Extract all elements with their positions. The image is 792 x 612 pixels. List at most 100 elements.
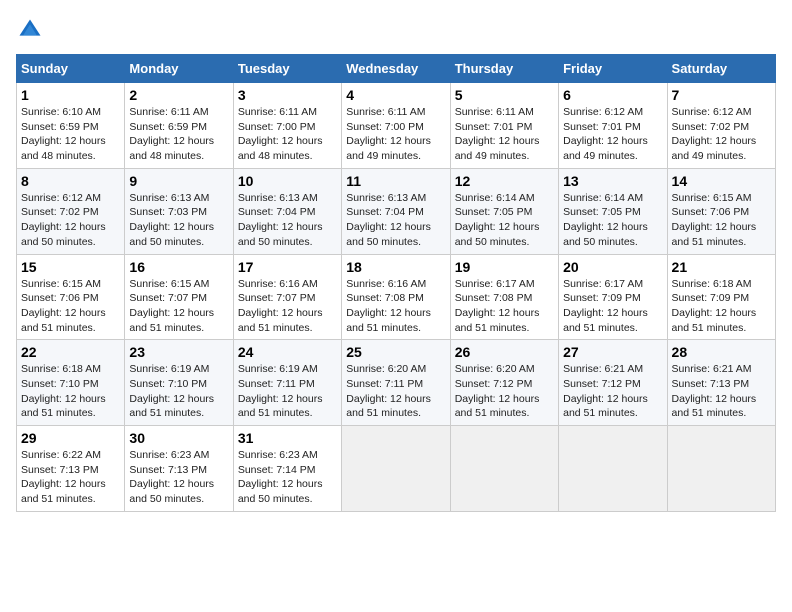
day-number: 24 xyxy=(238,344,337,360)
calendar-cell: 23 Sunrise: 6:19 AM Sunset: 7:10 PM Dayli… xyxy=(125,340,233,426)
day-number: 15 xyxy=(21,259,120,275)
day-number: 23 xyxy=(129,344,228,360)
calendar-cell: 13 Sunrise: 6:14 AM Sunset: 7:05 PM Dayli… xyxy=(559,168,667,254)
day-info: Sunrise: 6:13 AM Sunset: 7:04 PM Dayligh… xyxy=(238,191,337,250)
header-day-tuesday: Tuesday xyxy=(233,55,341,83)
header-day-monday: Monday xyxy=(125,55,233,83)
day-number: 12 xyxy=(455,173,554,189)
day-number: 14 xyxy=(672,173,771,189)
day-info: Sunrise: 6:20 AM Sunset: 7:11 PM Dayligh… xyxy=(346,362,445,421)
calendar-cell: 14 Sunrise: 6:15 AM Sunset: 7:06 PM Dayli… xyxy=(667,168,775,254)
calendar-cell: 24Sunrise: 6:19 AM Sunset: 7:11 PM Dayli… xyxy=(233,340,341,426)
day-info: Sunrise: 6:10 AM Sunset: 6:59 PM Dayligh… xyxy=(21,105,120,164)
calendar-cell: 27 Sunrise: 6:21 AM Sunset: 7:12 PM Dayli… xyxy=(559,340,667,426)
calendar-week-row: 1 Sunrise: 6:10 AM Sunset: 6:59 PM Daylig… xyxy=(17,83,776,169)
header-day-sunday: Sunday xyxy=(17,55,125,83)
day-info: Sunrise: 6:11 AM Sunset: 7:01 PM Dayligh… xyxy=(455,105,554,164)
header-day-thursday: Thursday xyxy=(450,55,558,83)
day-number: 1 xyxy=(21,87,120,103)
day-info: Sunrise: 6:14 AM Sunset: 7:05 PM Dayligh… xyxy=(455,191,554,250)
day-number: 7 xyxy=(672,87,771,103)
day-info: Sunrise: 6:15 AM Sunset: 7:06 PM Dayligh… xyxy=(672,191,771,250)
day-number: 6 xyxy=(563,87,662,103)
day-info: Sunrise: 6:12 AM Sunset: 7:02 PM Dayligh… xyxy=(21,191,120,250)
day-info: Sunrise: 6:18 AM Sunset: 7:09 PM Dayligh… xyxy=(672,277,771,336)
calendar-cell: 21 Sunrise: 6:18 AM Sunset: 7:09 PM Dayli… xyxy=(667,254,775,340)
day-info: Sunrise: 6:13 AM Sunset: 7:04 PM Dayligh… xyxy=(346,191,445,250)
day-number: 16 xyxy=(129,259,228,275)
day-info: Sunrise: 6:15 AM Sunset: 7:06 PM Dayligh… xyxy=(21,277,120,336)
day-info: Sunrise: 6:23 AM Sunset: 7:14 PM Dayligh… xyxy=(238,448,337,507)
day-number: 3 xyxy=(238,87,337,103)
day-number: 10 xyxy=(238,173,337,189)
day-info: Sunrise: 6:11 AM Sunset: 7:00 PM Dayligh… xyxy=(238,105,337,164)
day-info: Sunrise: 6:18 AM Sunset: 7:10 PM Dayligh… xyxy=(21,362,120,421)
calendar-cell xyxy=(342,426,450,512)
calendar-cell: 28 Sunrise: 6:21 AM Sunset: 7:13 PM Dayli… xyxy=(667,340,775,426)
calendar-cell: 1 Sunrise: 6:10 AM Sunset: 6:59 PM Daylig… xyxy=(17,83,125,169)
calendar-cell: 4Sunrise: 6:11 AM Sunset: 7:00 PM Daylig… xyxy=(342,83,450,169)
calendar-week-row: 29 Sunrise: 6:22 AM Sunset: 7:13 PM Dayli… xyxy=(17,426,776,512)
calendar-cell: 2 Sunrise: 6:11 AM Sunset: 6:59 PM Daylig… xyxy=(125,83,233,169)
day-number: 2 xyxy=(129,87,228,103)
calendar-cell: 26 Sunrise: 6:20 AM Sunset: 7:12 PM Dayli… xyxy=(450,340,558,426)
day-number: 9 xyxy=(129,173,228,189)
day-info: Sunrise: 6:12 AM Sunset: 7:01 PM Dayligh… xyxy=(563,105,662,164)
calendar-cell: 10 Sunrise: 6:13 AM Sunset: 7:04 PM Dayli… xyxy=(233,168,341,254)
calendar-table: SundayMondayTuesdayWednesdayThursdayFrid… xyxy=(16,54,776,512)
logo-icon xyxy=(16,16,44,44)
day-number: 26 xyxy=(455,344,554,360)
calendar-cell: 30 Sunrise: 6:23 AM Sunset: 7:13 PM Dayli… xyxy=(125,426,233,512)
day-number: 11 xyxy=(346,173,445,189)
day-number: 17 xyxy=(238,259,337,275)
calendar-header-row: SundayMondayTuesdayWednesdayThursdayFrid… xyxy=(17,55,776,83)
day-number: 21 xyxy=(672,259,771,275)
calendar-cell xyxy=(667,426,775,512)
calendar-cell: 5 Sunrise: 6:11 AM Sunset: 7:01 PM Daylig… xyxy=(450,83,558,169)
day-number: 31 xyxy=(238,430,337,446)
calendar-week-row: 8 Sunrise: 6:12 AM Sunset: 7:02 PM Daylig… xyxy=(17,168,776,254)
day-info: Sunrise: 6:21 AM Sunset: 7:13 PM Dayligh… xyxy=(672,362,771,421)
day-number: 5 xyxy=(455,87,554,103)
calendar-cell: 6 Sunrise: 6:12 AM Sunset: 7:01 PM Daylig… xyxy=(559,83,667,169)
calendar-week-row: 22 Sunrise: 6:18 AM Sunset: 7:10 PM Dayli… xyxy=(17,340,776,426)
day-number: 4 xyxy=(346,87,445,103)
calendar-cell: 22 Sunrise: 6:18 AM Sunset: 7:10 PM Dayli… xyxy=(17,340,125,426)
calendar-cell: 29 Sunrise: 6:22 AM Sunset: 7:13 PM Dayli… xyxy=(17,426,125,512)
day-info: Sunrise: 6:17 AM Sunset: 7:09 PM Dayligh… xyxy=(563,277,662,336)
day-number: 30 xyxy=(129,430,228,446)
calendar-cell: 3 Sunrise: 6:11 AM Sunset: 7:00 PM Daylig… xyxy=(233,83,341,169)
day-info: Sunrise: 6:11 AM Sunset: 6:59 PM Dayligh… xyxy=(129,105,228,164)
day-info: Sunrise: 6:23 AM Sunset: 7:13 PM Dayligh… xyxy=(129,448,228,507)
logo xyxy=(16,16,48,44)
page-header xyxy=(16,16,776,44)
day-number: 13 xyxy=(563,173,662,189)
day-number: 25 xyxy=(346,344,445,360)
calendar-week-row: 15 Sunrise: 6:15 AM Sunset: 7:06 PM Dayli… xyxy=(17,254,776,340)
header-day-saturday: Saturday xyxy=(667,55,775,83)
day-number: 28 xyxy=(672,344,771,360)
calendar-cell xyxy=(559,426,667,512)
day-info: Sunrise: 6:22 AM Sunset: 7:13 PM Dayligh… xyxy=(21,448,120,507)
day-info: Sunrise: 6:17 AM Sunset: 7:08 PM Dayligh… xyxy=(455,277,554,336)
day-info: Sunrise: 6:19 AM Sunset: 7:10 PM Dayligh… xyxy=(129,362,228,421)
day-info: Sunrise: 6:12 AM Sunset: 7:02 PM Dayligh… xyxy=(672,105,771,164)
day-number: 8 xyxy=(21,173,120,189)
header-day-wednesday: Wednesday xyxy=(342,55,450,83)
day-info: Sunrise: 6:16 AM Sunset: 7:08 PM Dayligh… xyxy=(346,277,445,336)
calendar-cell: 8 Sunrise: 6:12 AM Sunset: 7:02 PM Daylig… xyxy=(17,168,125,254)
day-info: Sunrise: 6:14 AM Sunset: 7:05 PM Dayligh… xyxy=(563,191,662,250)
calendar-cell: 12 Sunrise: 6:14 AM Sunset: 7:05 PM Dayli… xyxy=(450,168,558,254)
day-info: Sunrise: 6:20 AM Sunset: 7:12 PM Dayligh… xyxy=(455,362,554,421)
calendar-cell: 17Sunrise: 6:16 AM Sunset: 7:07 PM Dayli… xyxy=(233,254,341,340)
calendar-cell xyxy=(450,426,558,512)
day-number: 27 xyxy=(563,344,662,360)
calendar-cell: 20 Sunrise: 6:17 AM Sunset: 7:09 PM Dayli… xyxy=(559,254,667,340)
day-number: 29 xyxy=(21,430,120,446)
calendar-cell: 11 Sunrise: 6:13 AM Sunset: 7:04 PM Dayli… xyxy=(342,168,450,254)
day-number: 22 xyxy=(21,344,120,360)
calendar-cell: 9Sunrise: 6:13 AM Sunset: 7:03 PM Daylig… xyxy=(125,168,233,254)
day-number: 20 xyxy=(563,259,662,275)
day-info: Sunrise: 6:21 AM Sunset: 7:12 PM Dayligh… xyxy=(563,362,662,421)
calendar-cell: 7 Sunrise: 6:12 AM Sunset: 7:02 PM Daylig… xyxy=(667,83,775,169)
